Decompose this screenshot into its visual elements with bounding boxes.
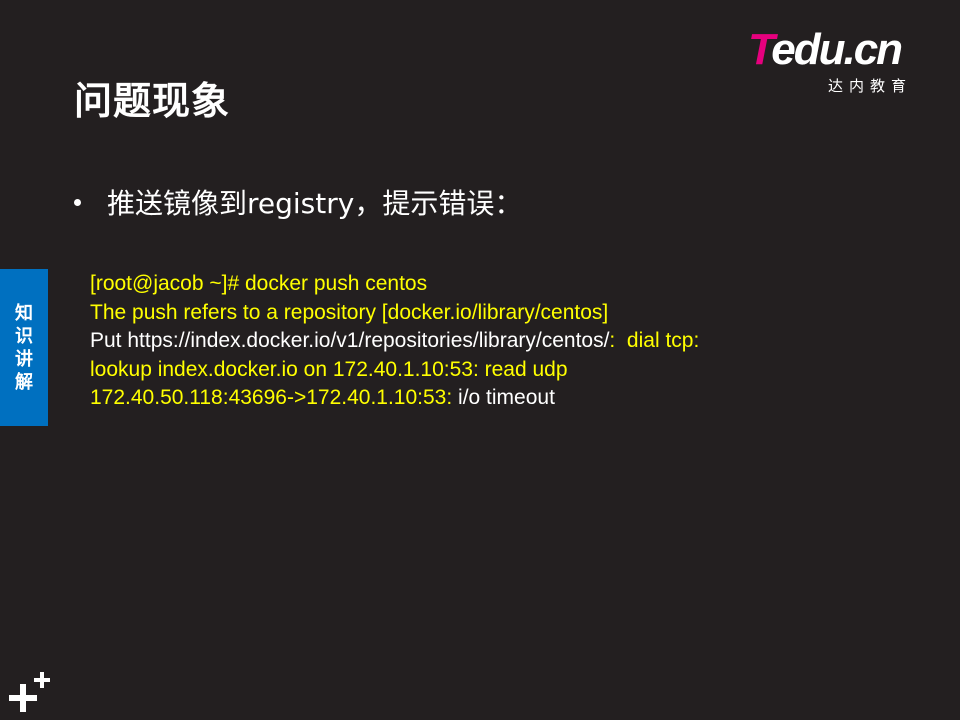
terminal-output: [root@jacob ~]# docker push centos The p… [90,270,699,413]
tedu-logo: Tedu.cn 达内教育 [748,28,928,98]
logo-wordmark: Tedu.cn [748,25,903,74]
logo-subtitle: 达内教育 [828,77,913,95]
tab-char: 解 [15,371,33,393]
bullet-item: 推送镜像到registry，提示错误： [74,182,522,222]
tab-char: 识 [15,325,33,347]
tab-char: 讲 [15,348,33,370]
tab-char: 知 [15,302,33,324]
code-line: 172.40.50.118:43696->172.40.1.10:53: i/o… [90,386,555,410]
plus-plus-icon [9,672,50,712]
code-line: [root@jacob ~]# docker push centos [90,272,428,295]
knowledge-tab: 知 识 讲 解 [0,269,48,426]
code-line: Put https://index.docker.io/v1/repositor… [90,329,700,353]
code-line: The push refers to a repository [docker.… [90,300,609,324]
bullet-text: 推送镜像到registry，提示错误： [107,187,523,220]
code-line: lookup index.docker.io on 172.40.1.10:53… [90,357,568,381]
slide-title: 问题现象 [74,79,231,123]
bullet-dot-icon [74,198,81,206]
